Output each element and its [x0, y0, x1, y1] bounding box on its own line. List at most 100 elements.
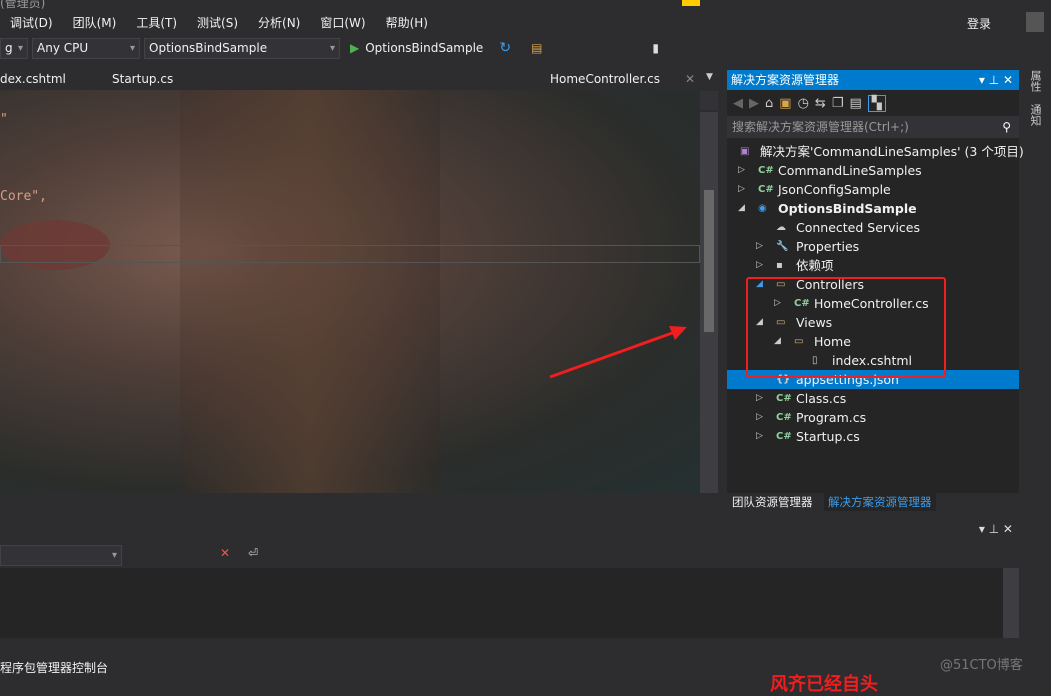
solution-explorer-title: 解决方案资源管理器 ▾ ⊥ ✕ — [727, 70, 1019, 90]
tree-item[interactable]: ▷ C# Startup.cs — [727, 427, 1019, 446]
tree-item[interactable]: ▷ C# CommandLineSamples — [727, 161, 1019, 180]
collapsed-arrow-icon[interactable]: ▷ — [756, 237, 763, 256]
side-tab-notifications[interactable]: 通知 — [1027, 104, 1043, 126]
editor-tabs: dex.cshtml Startup.cs HomeController.cs … — [0, 70, 718, 90]
clear-icon[interactable]: ✕ — [220, 546, 230, 560]
package-source-select[interactable] — [0, 545, 122, 566]
collapsed-arrow-icon[interactable]: ▷ — [756, 389, 763, 408]
cloud-icon: ☁ — [776, 222, 786, 233]
dependencies-icon: ▪ — [776, 260, 783, 271]
tree-item[interactable]: ▷ C# Program.cs — [727, 408, 1019, 427]
home-icon[interactable]: ⌂ — [765, 96, 773, 111]
background-image — [180, 90, 440, 493]
solution-search-input[interactable]: 搜索解决方案资源管理器(Ctrl+;) ⚲ — [727, 116, 1019, 138]
notification-badge[interactable] — [682, 0, 700, 6]
tree-item[interactable]: ☁ Connected Services — [727, 218, 1019, 237]
tree-item-label: 依赖项 — [796, 258, 834, 273]
csharp-project-icon: C# — [758, 165, 774, 176]
status-tab-console[interactable]: 程序包管理器控制台 — [0, 659, 108, 676]
find-icon[interactable]: ▤ — [531, 41, 542, 55]
csharp-project-icon: C# — [758, 184, 774, 195]
tab-solution-explorer[interactable]: 解决方案资源管理器 — [824, 493, 936, 511]
caption-text: 风齐已经自头 — [770, 674, 878, 695]
tree-item-label: Program.cs — [796, 410, 867, 425]
sync-icon[interactable]: ⇆ — [815, 96, 826, 111]
code-editor[interactable]: " Core", — [0, 90, 700, 493]
tree-item-label: Properties — [796, 239, 860, 254]
collapsed-arrow-icon[interactable]: ▷ — [738, 161, 745, 180]
solution-icon: ▣ — [740, 146, 750, 157]
tree-item[interactable]: ▷ ▪ 依赖项 — [727, 256, 1019, 275]
side-tab-properties[interactable]: 属性 — [1027, 70, 1043, 92]
web-project-icon: ◉ — [758, 203, 767, 214]
window-title: (管理员) — [0, 0, 46, 10]
package-manager-console: ▾ ⊥ ✕ ✕ ⏎ — [0, 520, 1019, 660]
annotation-highlight-box — [746, 277, 946, 378]
collapsed-arrow-icon[interactable]: ▷ — [756, 256, 763, 275]
refresh-icon[interactable]: ↻ — [499, 40, 511, 56]
csharp-file-icon: C# — [776, 412, 792, 423]
config-select[interactable]: g — [0, 37, 28, 59]
tree-item[interactable]: ▷ C# JsonConfigSample — [727, 180, 1019, 199]
pin-icon[interactable]: ▾ ⊥ — [979, 73, 1003, 87]
menu-item[interactable]: 工具(T) — [126, 12, 187, 34]
solution-explorer-toolbar: ◀ ▶ ⌂ ▣ ◷ ⇆ ❐ ▤ ▚ — [727, 90, 1019, 116]
collapsed-arrow-icon[interactable]: ▷ — [738, 180, 745, 199]
editor-scrollbar[interactable] — [700, 112, 718, 493]
menu-item[interactable]: 窗口(W) — [310, 12, 375, 34]
project-select[interactable]: OptionsBindSample — [144, 37, 340, 59]
wrap-icon[interactable]: ⏎ — [248, 546, 258, 560]
code-line: " — [0, 112, 8, 127]
back-icon[interactable]: ◀ — [733, 96, 743, 111]
tree-item[interactable]: ▣ 解决方案'CommandLineSamples' (3 个项目) — [727, 142, 1024, 161]
tab-homecontroller-cs[interactable]: HomeController.cs — [550, 72, 660, 86]
tab-team-explorer[interactable]: 团队资源管理器 — [732, 494, 813, 510]
expanded-arrow-icon[interactable]: ◢ — [738, 199, 745, 218]
pin-close-controls[interactable]: ▾ ⊥ ✕ — [979, 522, 1013, 536]
current-line-highlight — [0, 245, 700, 263]
csharp-file-icon: C# — [776, 431, 792, 442]
csharp-file-icon: C# — [776, 393, 792, 404]
tree-item-label: CommandLineSamples — [778, 163, 922, 178]
play-icon[interactable]: ▶ — [350, 41, 359, 55]
collapsed-arrow-icon[interactable]: ▷ — [756, 408, 763, 427]
annotation-arrow — [549, 326, 687, 379]
close-icon[interactable]: ✕ — [1003, 73, 1013, 87]
menu-item[interactable]: 测试(S) — [187, 12, 248, 34]
code-line: Core", — [0, 189, 47, 204]
menu-item[interactable]: 团队(M) — [63, 12, 127, 34]
wrench-icon: 🔧 — [776, 241, 789, 252]
tree-item[interactable]: ▷ C# Class.cs — [727, 389, 1019, 408]
bookmark-icon[interactable]: ▮ — [652, 41, 659, 55]
close-icon[interactable]: ✕ — [685, 72, 695, 86]
show-all-files-icon[interactable]: ▤ — [849, 96, 861, 111]
preview-icon[interactable]: ▚ — [867, 94, 886, 112]
console-output[interactable] — [0, 568, 1003, 638]
forward-icon[interactable]: ▶ — [749, 96, 759, 111]
login-link[interactable]: 登录 — [967, 15, 991, 32]
menu-item[interactable]: 帮助(H) — [376, 12, 438, 34]
search-icon[interactable]: ⚲ — [1002, 116, 1011, 138]
switch-views-icon[interactable]: ▣ — [779, 96, 791, 111]
watermark: @51CTO博客 — [940, 658, 1023, 673]
platform-select[interactable]: Any CPU — [32, 37, 140, 59]
menu-bar: 调试(D) 团队(M) 工具(T) 测试(S) 分析(N) 窗口(W) 帮助(H) — [0, 12, 438, 34]
history-icon[interactable]: ◷ — [798, 96, 809, 111]
toolbar: g Any CPU OptionsBindSample ▶ OptionsBin… — [0, 36, 659, 60]
tree-item[interactable]: ◢ ◉ OptionsBindSample — [727, 199, 1019, 218]
avatar[interactable] — [1026, 12, 1044, 32]
run-button[interactable]: OptionsBindSample — [365, 41, 483, 55]
tree-item-label: 解决方案'CommandLineSamples' (3 个项目) — [760, 144, 1024, 159]
tab-startup-cs[interactable]: Startup.cs — [112, 72, 173, 86]
tree-item-label: Connected Services — [796, 220, 920, 235]
collapse-all-icon[interactable]: ❐ — [832, 96, 844, 111]
tree-item[interactable]: ▷ 🔧 Properties — [727, 237, 1019, 256]
collapsed-arrow-icon[interactable]: ▷ — [756, 427, 763, 446]
menu-item[interactable]: 分析(N) — [248, 12, 310, 34]
chevron-down-icon[interactable]: ▼ — [706, 72, 713, 82]
tab-index-cshtml[interactable]: dex.cshtml — [0, 72, 66, 86]
tree-item-label: Class.cs — [796, 391, 847, 406]
tree-item-label: Startup.cs — [796, 429, 860, 444]
menu-item[interactable]: 调试(D) — [0, 12, 63, 34]
console-scrollbar[interactable] — [1003, 568, 1019, 638]
